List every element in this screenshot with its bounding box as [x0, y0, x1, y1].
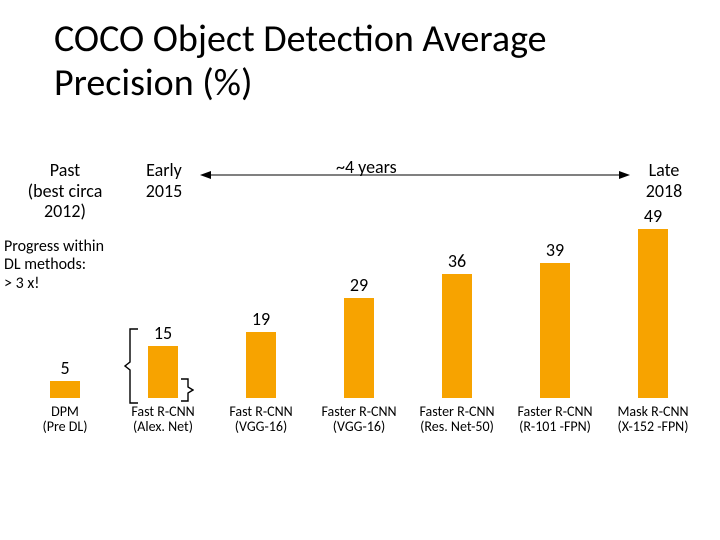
chart-bars: 5 15 19 29 36 39: [16, 208, 704, 398]
bar: [540, 263, 570, 398]
bar: [344, 298, 374, 398]
bar-value: 5: [60, 357, 69, 379]
bar: [50, 381, 80, 398]
bar-value: 15: [154, 322, 172, 344]
bar: [638, 229, 668, 398]
bracket-right-icon: [180, 378, 194, 402]
bar-value: 19: [252, 308, 270, 330]
x-axis-label: Faster R-CNN(Res. Net-50): [408, 404, 506, 435]
era-early-label: Early2015: [130, 160, 198, 201]
bar-slot: 19: [212, 308, 310, 398]
bar-value: 49: [644, 205, 662, 227]
bar-value: 36: [448, 250, 466, 272]
bar: [148, 346, 178, 398]
bar-slot: 49: [604, 205, 702, 398]
x-axis-label: Fast R-CNN(Alex. Net): [114, 404, 212, 435]
timeline-arrow-icon: [200, 168, 630, 182]
bar-value: 39: [546, 239, 564, 261]
slide: COCO Object Detection Average Precision …: [0, 0, 720, 540]
bar: [442, 274, 472, 398]
progress-note: Progress withinDL methods:> 3 x!: [4, 238, 128, 293]
x-axis-label: DPM(Pre DL): [16, 404, 114, 435]
bar: [246, 332, 276, 398]
bar-slot: 39: [506, 239, 604, 398]
bar-slot: 29: [310, 274, 408, 398]
x-axis-label: Mask R-CNN(X-152 -FPN): [604, 404, 702, 435]
bar-value: 29: [350, 274, 368, 296]
era-late-label: Late2018: [634, 160, 694, 201]
bar-slot: 36: [408, 250, 506, 398]
bracket-left-icon: [124, 328, 140, 404]
x-axis-label: Fast R-CNN(VGG-16): [212, 404, 310, 435]
page-title: COCO Object Detection Average Precision …: [54, 18, 674, 105]
bar-slot: 5: [16, 357, 114, 398]
x-axis-label: Faster R-CNN(VGG-16): [310, 404, 408, 435]
x-axis-label: Faster R-CNN(R-101 -FPN): [506, 404, 604, 435]
